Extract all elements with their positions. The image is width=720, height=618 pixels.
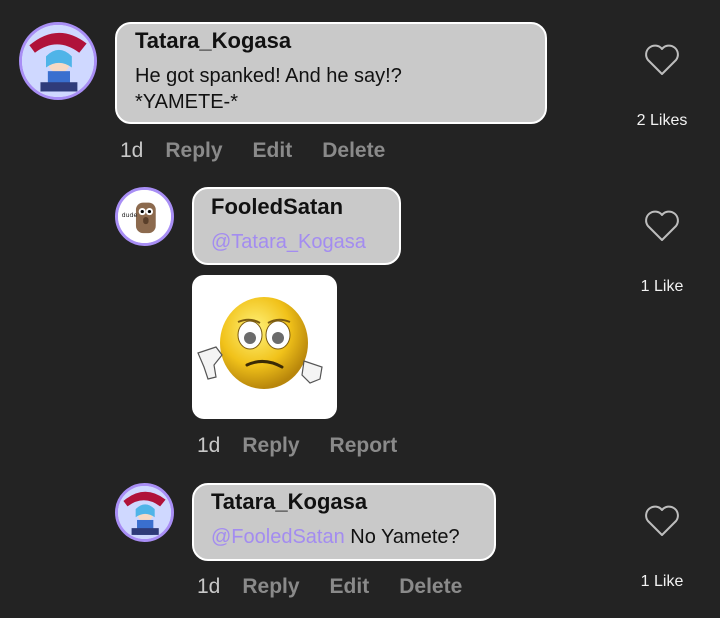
delete-button[interactable]: Delete bbox=[399, 575, 462, 598]
avatar-tatara-kogasa[interactable] bbox=[19, 22, 97, 100]
reply-button[interactable]: Reply bbox=[242, 434, 299, 457]
comment-author[interactable]: Tatara_Kogasa bbox=[211, 489, 367, 515]
reaction-image[interactable] bbox=[192, 275, 337, 419]
comment-text-line-2: *YAMETE-* bbox=[135, 91, 238, 113]
edit-button[interactable]: Edit bbox=[330, 575, 370, 598]
sad-emoji-image bbox=[197, 297, 323, 389]
comment-meta: 1d Reply Report bbox=[197, 434, 397, 458]
like-count: 1 Like bbox=[640, 573, 684, 590]
delete-button[interactable]: Delete bbox=[322, 139, 385, 162]
like-count: 1 Like bbox=[640, 278, 684, 295]
comment-text-line-1: He got spanked! And he say!? bbox=[135, 65, 402, 87]
comment-time: 1d bbox=[120, 139, 144, 162]
reply-button[interactable]: Reply bbox=[165, 139, 222, 162]
avatar-image: dude bbox=[118, 190, 171, 243]
mention-link[interactable]: @FooledSatan bbox=[211, 526, 345, 548]
comment-author[interactable]: Tatara_Kogasa bbox=[135, 28, 291, 54]
comment-author[interactable]: FooledSatan bbox=[211, 194, 343, 220]
comment-time: 1d bbox=[197, 575, 221, 598]
edit-button[interactable]: Edit bbox=[253, 139, 293, 162]
reply-button[interactable]: Reply bbox=[242, 575, 299, 598]
comment-meta: 1d Reply Edit Delete bbox=[197, 575, 462, 599]
avatar-fooledsatan[interactable]: dude bbox=[115, 187, 174, 246]
avatar-badge-text: dude bbox=[122, 212, 138, 219]
avatar-image bbox=[118, 486, 171, 539]
avatar-tatara-kogasa[interactable] bbox=[115, 483, 174, 542]
avatar-image bbox=[22, 25, 94, 97]
report-button[interactable]: Report bbox=[330, 434, 398, 457]
heart-outline-icon[interactable] bbox=[644, 210, 680, 242]
comment-meta: 1d Reply Edit Delete bbox=[120, 139, 385, 163]
comment-text: @FooledSatan No Yamete? bbox=[211, 524, 460, 550]
heart-outline-icon[interactable] bbox=[644, 44, 680, 76]
mention-link[interactable]: @Tatara_Kogasa bbox=[211, 229, 366, 255]
comment-thread: Tatara_Kogasa He got spanked! And he say… bbox=[0, 0, 720, 618]
heart-outline-icon[interactable] bbox=[644, 505, 680, 537]
like-count: 2 Likes bbox=[636, 112, 688, 129]
comment-time: 1d bbox=[197, 434, 221, 457]
comment-text-content: No Yamete? bbox=[344, 526, 460, 548]
